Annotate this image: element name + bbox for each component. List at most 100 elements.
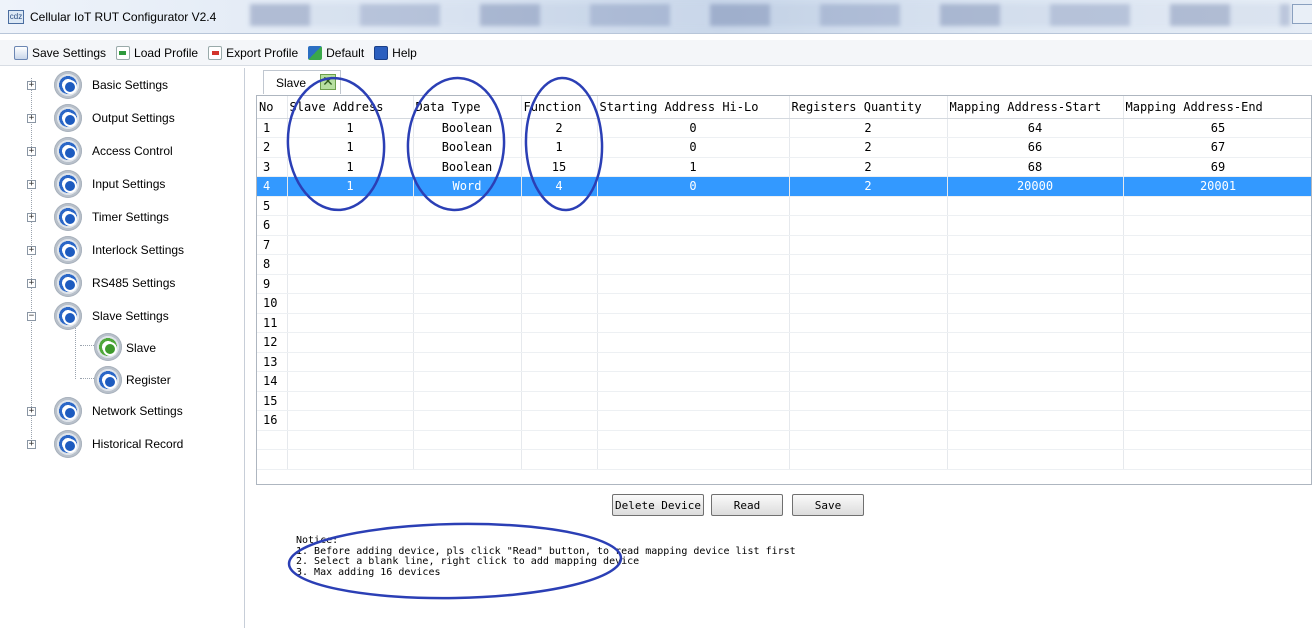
cell-slave-address[interactable] — [287, 196, 414, 216]
cell-starting-address[interactable] — [597, 235, 790, 255]
cell-mapping-end[interactable] — [1123, 391, 1311, 411]
table-row[interactable]: 8 — [257, 254, 1311, 275]
table-row[interactable]: 9 — [257, 274, 1311, 294]
cell-slave-address[interactable] — [287, 391, 414, 411]
cell-registers-quantity[interactable] — [789, 274, 948, 294]
table-row[interactable] — [257, 430, 1311, 450]
cell-slave-address[interactable] — [287, 254, 414, 275]
column-header-mapping-end[interactable]: Mapping Address-End — [1123, 96, 1311, 119]
cell-data-type[interactable] — [413, 293, 522, 314]
cell-function[interactable] — [521, 430, 598, 450]
cell-mapping-end[interactable]: 20001 — [1123, 176, 1311, 197]
cell-registers-quantity[interactable]: 2 — [789, 157, 948, 177]
cell-data-type[interactable] — [413, 215, 522, 236]
cell-slave-address[interactable] — [287, 449, 414, 470]
cell-mapping-end[interactable] — [1123, 274, 1311, 294]
cell-data-type[interactable]: Word — [413, 176, 522, 197]
table-row[interactable]: 13 — [257, 352, 1311, 372]
cell-no[interactable]: 11 — [257, 313, 288, 333]
cell-function[interactable] — [521, 449, 598, 470]
expander-rs485-settings[interactable]: + — [27, 279, 36, 288]
cell-mapping-end[interactable] — [1123, 293, 1311, 314]
cell-registers-quantity[interactable]: 2 — [789, 176, 948, 197]
cell-mapping-start[interactable] — [947, 332, 1124, 353]
cell-starting-address[interactable] — [597, 410, 790, 431]
sidebar-item-slave[interactable]: Slave — [126, 341, 156, 355]
column-header-slave-address[interactable]: Slave Address — [287, 96, 414, 119]
table-row[interactable]: 3 1 Boolean 15 1 2 68 69 — [257, 157, 1311, 177]
cell-slave-address[interactable]: 1 — [287, 137, 414, 158]
sidebar-item-output-settings[interactable]: Output Settings — [92, 111, 175, 125]
sidebar-item-register[interactable]: Register — [126, 373, 171, 387]
cell-starting-address[interactable] — [597, 332, 790, 353]
cell-mapping-end[interactable]: 65 — [1123, 118, 1311, 138]
cell-mapping-end[interactable] — [1123, 430, 1311, 450]
cell-registers-quantity[interactable] — [789, 352, 948, 372]
table-row[interactable]: 1 1 Boolean 2 0 2 64 65 — [257, 118, 1311, 138]
cell-no[interactable]: 12 — [257, 332, 288, 353]
table-row[interactable]: 10 — [257, 293, 1311, 314]
table-row[interactable]: 7 — [257, 235, 1311, 255]
cell-slave-address[interactable] — [287, 215, 414, 236]
cell-function[interactable] — [521, 254, 598, 275]
cell-starting-address[interactable]: 1 — [597, 157, 790, 177]
cell-slave-address[interactable] — [287, 293, 414, 314]
cell-data-type[interactable] — [413, 274, 522, 294]
expander-historical-record[interactable]: + — [27, 440, 36, 449]
cell-slave-address[interactable] — [287, 410, 414, 431]
default-button[interactable]: Default — [306, 44, 366, 62]
cell-slave-address[interactable] — [287, 371, 414, 392]
cell-registers-quantity[interactable] — [789, 235, 948, 255]
expander-interlock-settings[interactable]: + — [27, 246, 36, 255]
cell-mapping-start[interactable] — [947, 215, 1124, 236]
table-row[interactable]: 14 — [257, 371, 1311, 392]
expander-basic-settings[interactable]: + — [27, 81, 36, 90]
cell-mapping-start[interactable] — [947, 352, 1124, 372]
cell-function[interactable]: 1 — [521, 137, 598, 158]
cell-starting-address[interactable] — [597, 293, 790, 314]
table-row[interactable]: 2 1 Boolean 1 0 2 66 67 — [257, 137, 1311, 158]
cell-mapping-start[interactable] — [947, 196, 1124, 216]
cell-mapping-start[interactable] — [947, 274, 1124, 294]
cell-mapping-start[interactable]: 20000 — [947, 176, 1124, 197]
cell-slave-address[interactable]: 1 — [287, 176, 414, 197]
cell-slave-address[interactable]: 1 — [287, 118, 414, 138]
cell-function[interactable] — [521, 313, 598, 333]
cell-no[interactable]: 9 — [257, 274, 288, 294]
cell-mapping-end[interactable] — [1123, 332, 1311, 353]
cell-data-type[interactable] — [413, 410, 522, 431]
cell-mapping-end[interactable] — [1123, 313, 1311, 333]
cell-starting-address[interactable] — [597, 254, 790, 275]
cell-starting-address[interactable] — [597, 371, 790, 392]
table-row[interactable]: 5 — [257, 196, 1311, 216]
column-header-starting-address[interactable]: Starting Address Hi-Lo — [597, 96, 790, 119]
cell-starting-address[interactable]: 0 — [597, 118, 790, 138]
cell-no[interactable]: 1 — [257, 118, 288, 138]
sidebar-item-network-settings[interactable]: Network Settings — [92, 404, 183, 418]
cell-registers-quantity[interactable]: 2 — [789, 137, 948, 158]
cell-mapping-end[interactable] — [1123, 235, 1311, 255]
cell-no[interactable]: 2 — [257, 137, 288, 158]
cell-function[interactable] — [521, 410, 598, 431]
cell-function[interactable]: 2 — [521, 118, 598, 138]
cell-registers-quantity[interactable] — [789, 391, 948, 411]
export-profile-button[interactable]: Export Profile — [206, 44, 300, 62]
cell-mapping-start[interactable] — [947, 235, 1124, 255]
cell-data-type[interactable] — [413, 235, 522, 255]
cell-data-type[interactable] — [413, 352, 522, 372]
window-control-button[interactable] — [1292, 4, 1312, 24]
column-header-function[interactable]: Function — [521, 96, 598, 119]
table-row[interactable]: 11 — [257, 313, 1311, 333]
sidebar-item-basic-settings[interactable]: Basic Settings — [92, 78, 168, 92]
cell-mapping-end[interactable] — [1123, 196, 1311, 216]
tab-slave[interactable]: Slave ✕ — [263, 70, 341, 94]
cell-mapping-end[interactable] — [1123, 449, 1311, 470]
table-row[interactable]: 4 1 Word 4 0 2 20000 20001 — [257, 176, 1311, 197]
cell-starting-address[interactable] — [597, 430, 790, 450]
expander-access-control[interactable]: + — [27, 147, 36, 156]
cell-registers-quantity[interactable] — [789, 254, 948, 275]
cell-starting-address[interactable] — [597, 196, 790, 216]
table-row[interactable] — [257, 449, 1311, 470]
expander-network-settings[interactable]: + — [27, 407, 36, 416]
sidebar-item-rs485-settings[interactable]: RS485 Settings — [92, 276, 175, 290]
